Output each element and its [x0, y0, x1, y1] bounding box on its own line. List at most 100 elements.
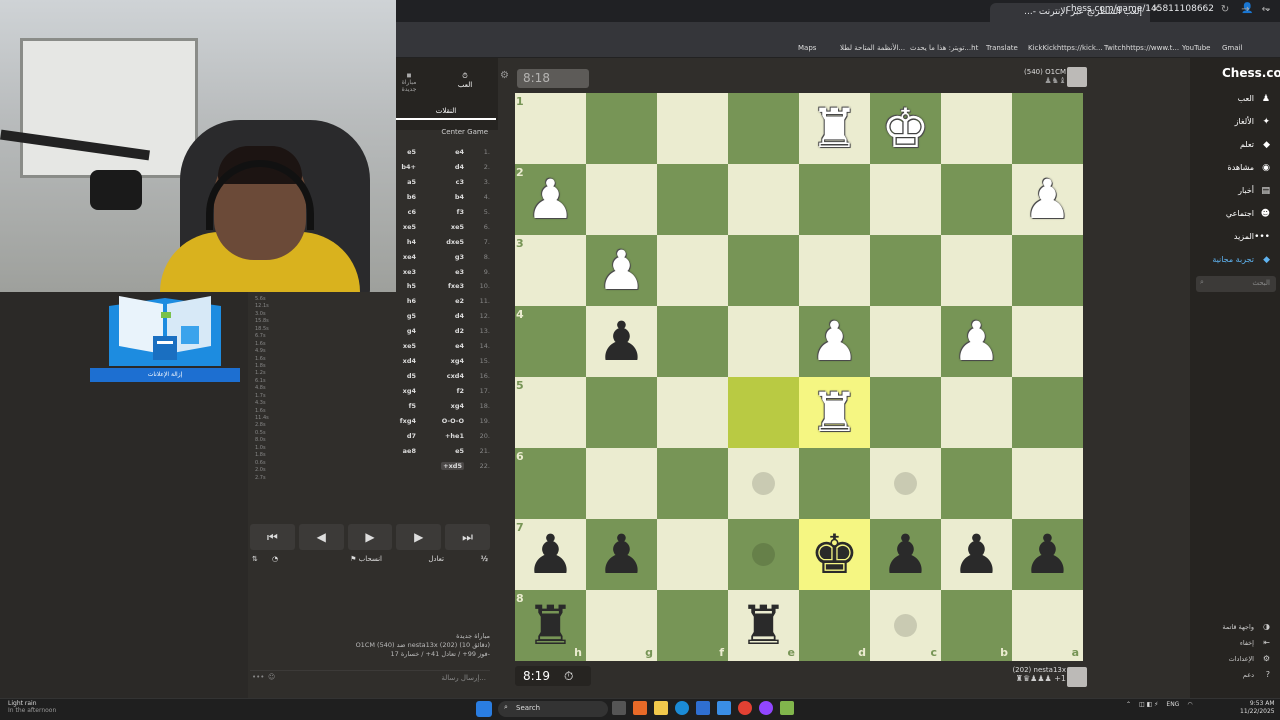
white-move[interactable]: xg4: [451, 357, 464, 365]
black-rook-icon[interactable]: ♜: [728, 590, 799, 661]
app-icon-2[interactable]: [759, 701, 773, 715]
white-rook-icon[interactable]: ♜: [799, 93, 870, 164]
mail-icon[interactable]: [717, 701, 731, 715]
analysis-icon[interactable]: ◔: [272, 555, 278, 563]
square-f7[interactable]: [657, 519, 728, 590]
bottom-nav-item[interactable]: إخفاء ⇤: [1196, 636, 1276, 650]
square-f6[interactable]: [657, 448, 728, 519]
gear-icon[interactable]: ⚙: [500, 70, 509, 81]
bookmark-gmail[interactable]: Gmail: [1222, 44, 1242, 52]
flip-board-icon[interactable]: ⇅: [252, 555, 258, 563]
draw-button[interactable]: تعادل: [428, 555, 444, 563]
legal-move-dot[interactable]: [894, 472, 917, 495]
black-move[interactable]: xg4: [403, 387, 416, 395]
square-d2[interactable]: [799, 164, 870, 235]
square-g6[interactable]: [586, 448, 657, 519]
square-e2[interactable]: [728, 164, 799, 235]
black-pawn-icon[interactable]: ♟: [586, 306, 657, 377]
bottom-nav-item[interactable]: الإعدادات ⚙: [1196, 652, 1276, 666]
square-d4[interactable]: ♟: [799, 306, 870, 377]
bookmark-maps[interactable]: Maps: [798, 44, 816, 52]
player-avatar[interactable]: [1067, 667, 1087, 687]
black-move[interactable]: h5: [407, 282, 416, 290]
black-move[interactable]: xe5: [403, 342, 416, 350]
square-a7[interactable]: ♟: [1012, 519, 1083, 590]
white-move[interactable]: cxd4: [447, 372, 464, 380]
chat-bar[interactable]: ••• ☺ إرسال رسالة...: [250, 670, 490, 686]
square-g1[interactable]: [586, 93, 657, 164]
square-h5[interactable]: 5: [515, 377, 586, 448]
square-h4[interactable]: 4: [515, 306, 586, 377]
black-pawn-icon[interactable]: ♟: [515, 519, 586, 590]
white-move[interactable]: e4: [455, 148, 464, 156]
file-explorer-icon[interactable]: [654, 701, 668, 715]
chevron-up-icon[interactable]: ⌃: [1126, 701, 1131, 708]
bookmark-translate[interactable]: Translate: [986, 44, 1018, 52]
black-move[interactable]: c6: [408, 208, 416, 216]
square-d5[interactable]: ♜: [799, 377, 870, 448]
square-h3[interactable]: 3: [515, 235, 586, 306]
taskbar-search[interactable]: ⌕ Search: [498, 701, 608, 717]
play-button[interactable]: ▶: [347, 524, 393, 550]
square-e1[interactable]: [728, 93, 799, 164]
legal-move-dot[interactable]: [752, 543, 775, 566]
square-a2[interactable]: ♟: [1012, 164, 1083, 235]
system-clock[interactable]: 9:53 AM 11/22/2025: [1240, 700, 1275, 716]
square-e8[interactable]: e ♜: [728, 590, 799, 661]
tab-moves[interactable]: النقلات: [396, 102, 496, 120]
square-b8[interactable]: b: [941, 590, 1012, 661]
square-b2[interactable]: [941, 164, 1012, 235]
square-e6[interactable]: [728, 448, 799, 519]
square-a5[interactable]: [1012, 377, 1083, 448]
player-name[interactable]: nesta13x: [1034, 666, 1066, 674]
white-move[interactable]: dxe5: [446, 238, 464, 246]
nav-item-puzzle[interactable]: الألغاز ✦: [1196, 113, 1276, 131]
square-a8[interactable]: a: [1012, 590, 1083, 661]
white-move[interactable]: f2: [457, 387, 464, 395]
black-move[interactable]: f5: [409, 402, 416, 410]
square-f5[interactable]: [657, 377, 728, 448]
square-c2[interactable]: [870, 164, 941, 235]
black-move[interactable]: ae8: [403, 447, 416, 455]
white-move[interactable]: f3: [457, 208, 464, 216]
black-move[interactable]: fxg4: [400, 417, 416, 425]
square-f1[interactable]: [657, 93, 728, 164]
black-move[interactable]: xe4: [403, 253, 416, 261]
square-c7[interactable]: ♟: [870, 519, 941, 590]
weather-widget[interactable]: Light rain In the afternoon: [8, 700, 56, 714]
square-e4[interactable]: [728, 306, 799, 377]
bookmark-2[interactable]: تويتر: هذا ما يحدث...ht: [910, 44, 978, 52]
square-a1[interactable]: [1012, 93, 1083, 164]
square-c3[interactable]: [870, 235, 941, 306]
bookmark-twitch[interactable]: Twitchhttps://www.t...: [1104, 44, 1179, 52]
black-move[interactable]: xd4: [403, 357, 416, 365]
black-pawn-icon[interactable]: ♟: [941, 519, 1012, 590]
square-c8[interactable]: c: [870, 590, 941, 661]
bookmark-1[interactable]: الأنظمة المتاحة لطلا...: [840, 44, 905, 52]
start-icon[interactable]: [476, 701, 492, 717]
chrome-icon[interactable]: [738, 701, 752, 715]
square-e7[interactable]: [728, 519, 799, 590]
prev-move-button[interactable]: ◀: [298, 524, 344, 550]
square-b6[interactable]: [941, 448, 1012, 519]
white-move[interactable]: d4: [455, 312, 464, 320]
square-b7[interactable]: ♟: [941, 519, 1012, 590]
black-pawn-icon[interactable]: ♟: [1012, 519, 1083, 590]
legal-move-dot[interactable]: [894, 614, 917, 637]
tab-new-game[interactable]: ◼ مباراة جديدة: [398, 72, 420, 93]
black-move[interactable]: a5: [407, 178, 416, 186]
language-indicator[interactable]: ENG: [1166, 701, 1179, 708]
black-pawn-icon[interactable]: ♟: [870, 519, 941, 590]
square-h1[interactable]: 1: [515, 93, 586, 164]
resign-button[interactable]: ⚑ انسحاب: [350, 555, 382, 563]
chat-input-placeholder[interactable]: إرسال رسالة...: [441, 674, 486, 682]
square-f8[interactable]: f: [657, 590, 728, 661]
white-move[interactable]: d2: [455, 327, 464, 335]
nav-item-watch[interactable]: مشاهدة ◉: [1196, 159, 1276, 177]
opponent-name[interactable]: O1CM: [1045, 68, 1066, 76]
nav-item-social[interactable]: اجتماعي ☻: [1196, 205, 1276, 223]
black-move[interactable]: g4: [407, 327, 416, 335]
tab-play[interactable]: ⏱ العب: [450, 72, 480, 89]
square-b3[interactable]: [941, 235, 1012, 306]
tray-icons[interactable]: ◫ ◧ ⚡: [1139, 701, 1158, 708]
